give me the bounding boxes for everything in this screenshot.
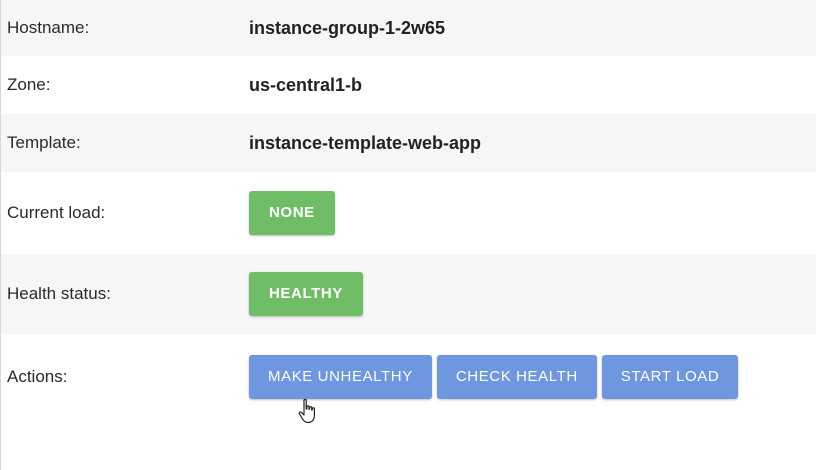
current-load-label: Current load: [7,203,106,222]
zone-label: Zone: [7,75,51,94]
template-label: Template: [7,133,81,152]
template-row: Template: instance-template-web-app [1,114,816,172]
hostname-label: Hostname: [7,18,90,37]
hostname-row: Hostname: instance-group-1-2w65 [1,0,816,56]
health-status-row: Health status: HEALTHY [1,254,816,334]
instance-info-table: Hostname: instance-group-1-2w65 Zone: us… [1,0,816,420]
hand-pointer-icon [298,398,315,424]
health-status-label: Health status: [7,284,111,303]
check-health-button[interactable]: CHECK HEALTH [436,355,597,399]
current-load-badge: NONE [249,191,335,235]
zone-value: us-central1-b [249,74,363,95]
instance-info-page: Hostname: instance-group-1-2w65 Zone: us… [0,0,816,470]
hostname-value: instance-group-1-2w65 [249,17,446,38]
zone-row: Zone: us-central1-b [1,56,816,114]
template-value: instance-template-web-app [249,132,482,153]
actions-label: Actions: [7,367,68,386]
actions-button-group: MAKE UNHEALTHY CHECK HEALTH START LOAD [249,355,739,399]
make-unhealthy-button[interactable]: MAKE UNHEALTHY [249,355,432,399]
health-status-badge: HEALTHY [249,272,363,316]
current-load-row: Current load: NONE [1,172,816,254]
start-load-button[interactable]: START LOAD [601,355,739,399]
actions-row: Actions: MAKE UNHEALTHY CHECK HEALTH STA… [1,334,816,420]
